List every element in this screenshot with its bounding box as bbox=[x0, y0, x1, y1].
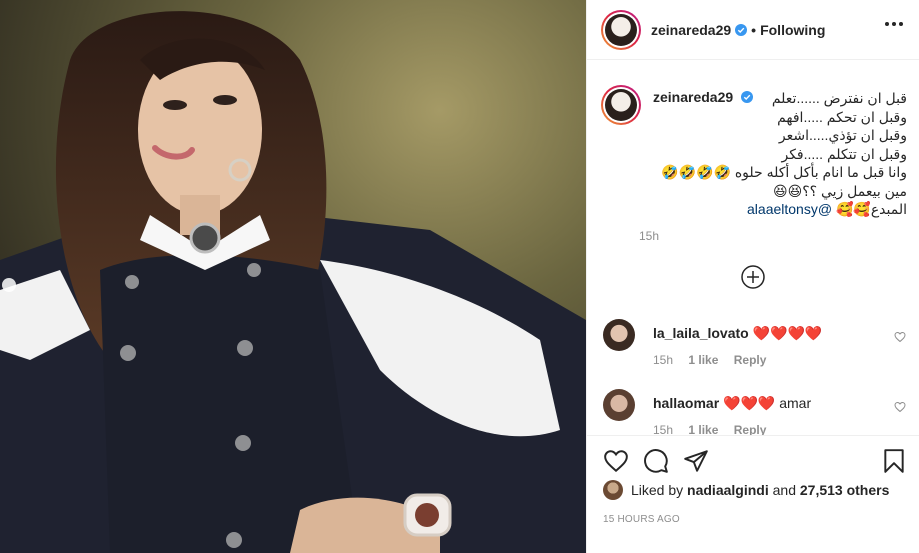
carousel-prev-icon[interactable] bbox=[2, 278, 16, 292]
comment-item: hallaomar ❤️❤️❤️ amar 15h 1 like Reply bbox=[601, 389, 906, 435]
more-options-icon[interactable] bbox=[885, 22, 903, 26]
author-username[interactable]: zeinareda29 bbox=[651, 22, 731, 38]
like-heart-icon[interactable] bbox=[603, 448, 629, 474]
commenter-avatar[interactable] bbox=[603, 389, 635, 421]
post-actions-bar bbox=[587, 435, 919, 485]
comment-text: ❤️❤️❤️ amar bbox=[723, 395, 812, 411]
comment-like-heart-icon[interactable] bbox=[894, 331, 906, 343]
caption-avatar[interactable] bbox=[601, 85, 641, 125]
following-button[interactable]: Following bbox=[760, 22, 825, 38]
caption-line: وقبل ان تتكلم .....فكر bbox=[781, 145, 907, 162]
verified-badge-icon bbox=[735, 23, 748, 36]
caption-last-text: المبدع🥰🥰 bbox=[835, 201, 907, 217]
liked-by-avatar[interactable] bbox=[603, 480, 623, 500]
load-more-comments-icon[interactable] bbox=[741, 265, 765, 289]
commenter-avatar[interactable] bbox=[603, 319, 635, 351]
caption-line: مين بيعمل زيي ؟؟😆😆 bbox=[773, 182, 907, 199]
author-avatar[interactable] bbox=[601, 9, 641, 50]
commenter-username[interactable]: la_laila_lovato bbox=[653, 325, 749, 341]
caption-line-mention: المبدع🥰🥰 @alaaeltonsy bbox=[657, 200, 907, 219]
comment-likes[interactable]: 1 like bbox=[688, 423, 718, 435]
caption-line: قبل ان نفترض ......تعلم bbox=[771, 90, 907, 106]
caption-line: وقبل ان تؤذي.....اشعر bbox=[778, 127, 907, 143]
save-bookmark-icon[interactable] bbox=[881, 448, 907, 474]
comments-section[interactable]: zeinareda29 قبل ان نفترض ......تعلم وقبل… bbox=[587, 61, 919, 435]
comment-like-heart-icon[interactable] bbox=[894, 401, 906, 413]
caption-time[interactable]: 15h bbox=[639, 229, 659, 243]
liked-by-and: and bbox=[772, 482, 796, 498]
comment-time[interactable]: 15h bbox=[653, 353, 673, 367]
comment-reply-button[interactable]: Reply bbox=[734, 423, 767, 435]
liked-by-summary: Liked by nadiaalgindi and 27,513 others bbox=[603, 480, 889, 500]
liked-by-count[interactable]: 27,513 others bbox=[800, 482, 890, 498]
comment-item: la_laila_lovato ❤️❤️❤️❤️ 15h 1 like Repl… bbox=[601, 319, 906, 369]
comment-icon[interactable] bbox=[643, 448, 669, 474]
caption-line: وقبل ان تحكم .....افهم bbox=[777, 108, 907, 125]
caption-mention-link[interactable]: @alaaeltonsy bbox=[747, 201, 832, 217]
post-header: zeinareda29 • Following bbox=[587, 0, 919, 60]
caption-text: قبل ان نفترض ......تعلم وقبل ان تحكم ...… bbox=[657, 89, 907, 219]
photo-illustration bbox=[0, 0, 586, 553]
post-photo[interactable] bbox=[0, 0, 586, 553]
comment-reply-button[interactable]: Reply bbox=[734, 353, 767, 367]
post-timestamp[interactable]: 15 HOURS AGO bbox=[603, 514, 680, 525]
liked-by-prefix: Liked by bbox=[631, 482, 684, 498]
comment-likes[interactable]: 1 like bbox=[688, 353, 718, 367]
commenter-username[interactable]: hallaomar bbox=[653, 395, 719, 411]
liked-by-user[interactable]: nadiaalgindi bbox=[687, 482, 769, 498]
post-side-panel: zeinareda29 • Following zeinareda29 قبل … bbox=[586, 0, 919, 553]
caption-line: وانا قبل ما انام بأكل أكله حلوه 🤣🤣🤣🤣 bbox=[661, 164, 907, 180]
share-icon[interactable] bbox=[683, 448, 709, 474]
comment-text: ❤️❤️❤️❤️ bbox=[752, 325, 823, 341]
comment-time[interactable]: 15h bbox=[653, 423, 673, 435]
header-separator: • bbox=[751, 21, 757, 38]
